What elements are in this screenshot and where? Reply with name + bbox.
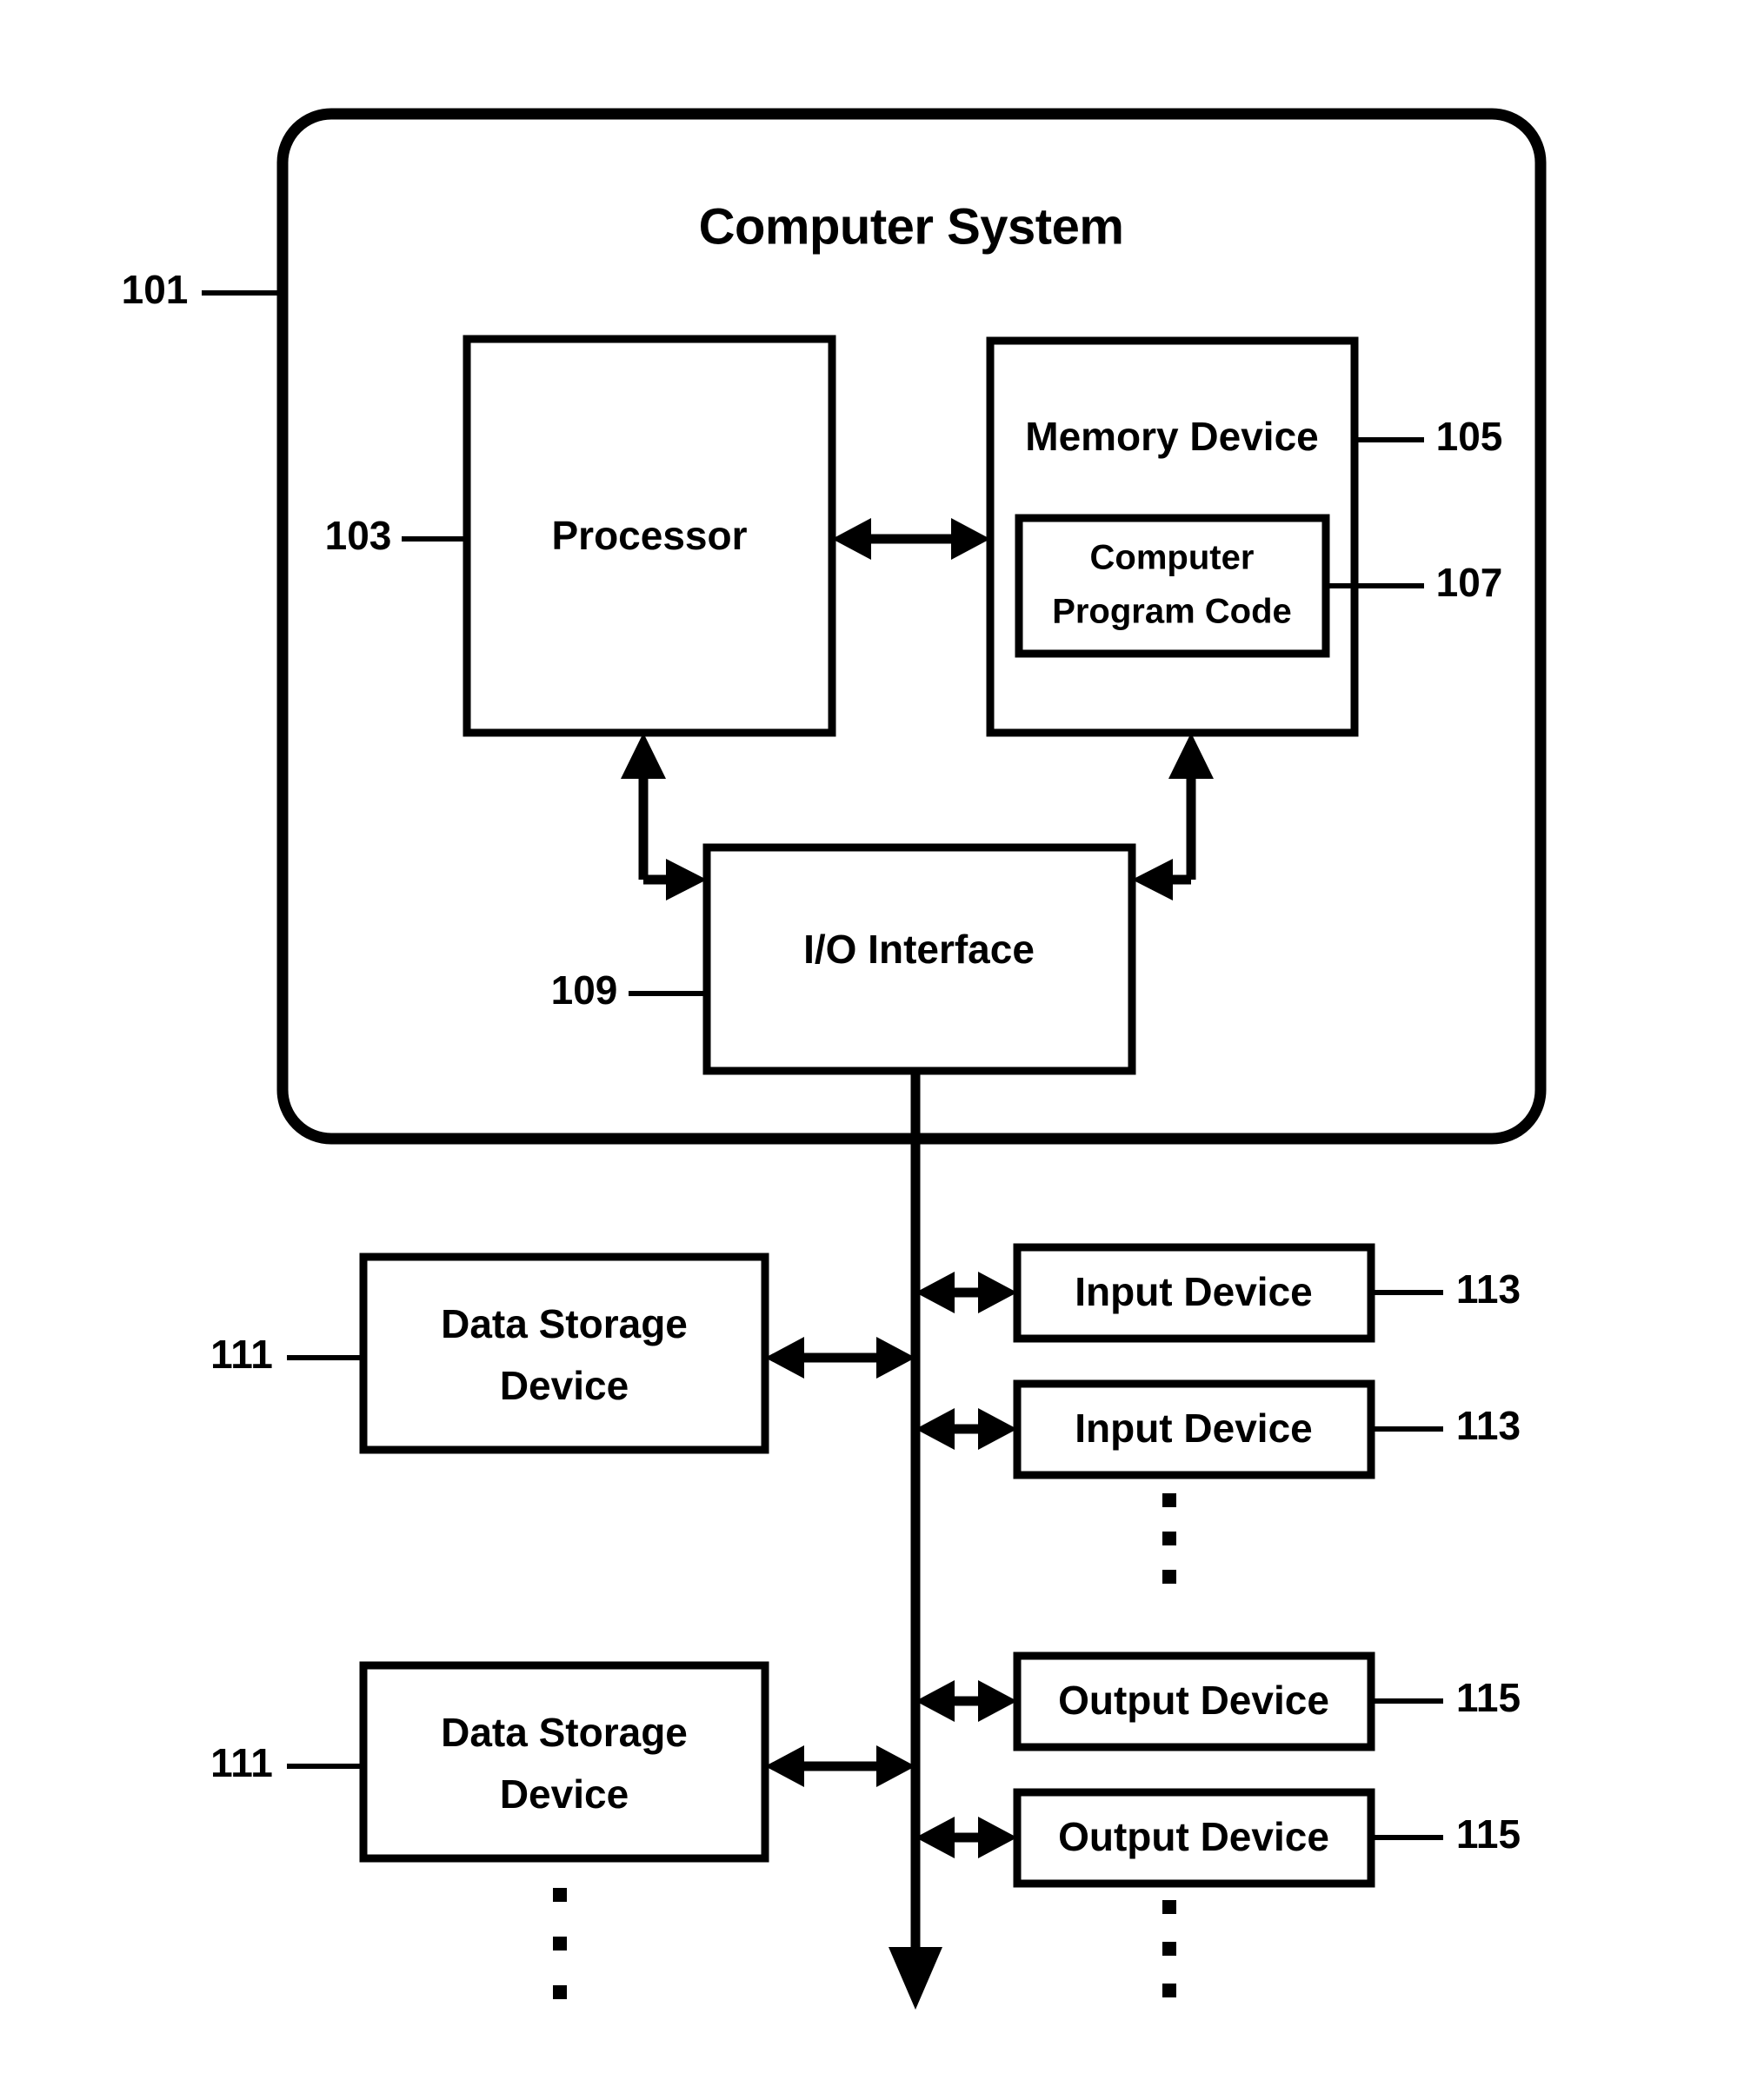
arrowhead-right-data-storage-1 <box>876 1337 915 1379</box>
processor-label: Processor <box>551 513 747 558</box>
ref-number-111-first: 111 <box>210 1332 273 1377</box>
data-storage-label-1-line-2: Device <box>500 1363 629 1408</box>
ref-number-113-first: 113 <box>1456 1266 1521 1312</box>
ref-number-115-second: 115 <box>1456 1811 1521 1857</box>
arrowhead-right-output-device-2 <box>978 1817 1017 1858</box>
ref-number-113-second: 113 <box>1456 1403 1521 1448</box>
arrowhead-left-output-device-1 <box>915 1680 955 1722</box>
ellipsis-dot-storage-1 <box>553 1888 567 1902</box>
ref-number-101: 101 <box>122 267 189 312</box>
ref-number-111-second: 111 <box>210 1740 273 1785</box>
ref-number-105: 105 <box>1436 414 1503 459</box>
data-storage-device-box-2 <box>359 1661 769 1863</box>
io-interface-label: I/O Interface <box>803 927 1035 972</box>
arrowhead-right-data-storage-2 <box>876 1745 915 1787</box>
arrowhead-up-to-memory <box>1168 733 1214 779</box>
patent-figure: 101 Computer System Processor 103 Memory… <box>0 0 1744 2100</box>
arrowhead-right-output-device-1 <box>978 1680 1017 1722</box>
arrowhead-right-to-io <box>666 859 707 900</box>
ref-number-115-first: 115 <box>1456 1675 1521 1720</box>
data-storage-label-2-line-1: Data Storage <box>441 1710 688 1755</box>
program-code-label-line-1: Computer <box>1090 539 1255 577</box>
arrowhead-left-input-device-2 <box>915 1408 955 1450</box>
arrowhead-left-processor-memory <box>832 518 871 560</box>
ref-number-103: 103 <box>325 513 392 558</box>
output-device-label-1: Output Device <box>1058 1678 1329 1723</box>
arrowhead-left-output-device-2 <box>915 1817 955 1858</box>
ellipsis-dot-storage-2 <box>553 1937 567 1950</box>
ellipsis-dot-output-1 <box>1162 1900 1176 1914</box>
ellipsis-dot-output-3 <box>1162 1984 1176 1997</box>
data-storage-label-2-line-2: Device <box>500 1771 629 1817</box>
output-device-label-2: Output Device <box>1058 1814 1329 1859</box>
data-storage-label-1-line-1: Data Storage <box>441 1301 688 1346</box>
arrowhead-right-processor-memory <box>951 518 990 560</box>
program-code-label-line-2: Program Code <box>1052 593 1292 631</box>
ref-number-109: 109 <box>551 967 618 1013</box>
arrowhead-left-to-io <box>1132 859 1173 900</box>
data-storage-device-box-1 <box>359 1253 769 1454</box>
ref-number-107: 107 <box>1436 560 1503 605</box>
computer-system-block-diagram: 101 Computer System Processor 103 Memory… <box>122 108 1547 2010</box>
arrowhead-right-input-device-1 <box>978 1272 1017 1313</box>
arrowhead-right-input-device-2 <box>978 1408 1017 1450</box>
input-device-label-1: Input Device <box>1075 1269 1313 1314</box>
input-device-label-2: Input Device <box>1075 1406 1313 1451</box>
ellipsis-dot-input-2 <box>1162 1532 1176 1545</box>
ellipsis-dot-input-3 <box>1162 1570 1176 1584</box>
arrowhead-up-to-processor <box>621 733 666 779</box>
ellipsis-dot-output-2 <box>1162 1942 1176 1956</box>
arrowhead-bus-terminal-down <box>889 1947 942 2010</box>
arrowhead-left-data-storage-2 <box>765 1745 804 1787</box>
memory-device-label: Memory Device <box>1025 414 1319 459</box>
arrowhead-left-data-storage-1 <box>765 1337 804 1379</box>
ellipsis-dot-input-1 <box>1162 1493 1176 1507</box>
ellipsis-dot-storage-3 <box>553 1985 567 1999</box>
arrowhead-left-input-device-1 <box>915 1272 955 1313</box>
page-title: Computer System <box>699 198 1124 255</box>
